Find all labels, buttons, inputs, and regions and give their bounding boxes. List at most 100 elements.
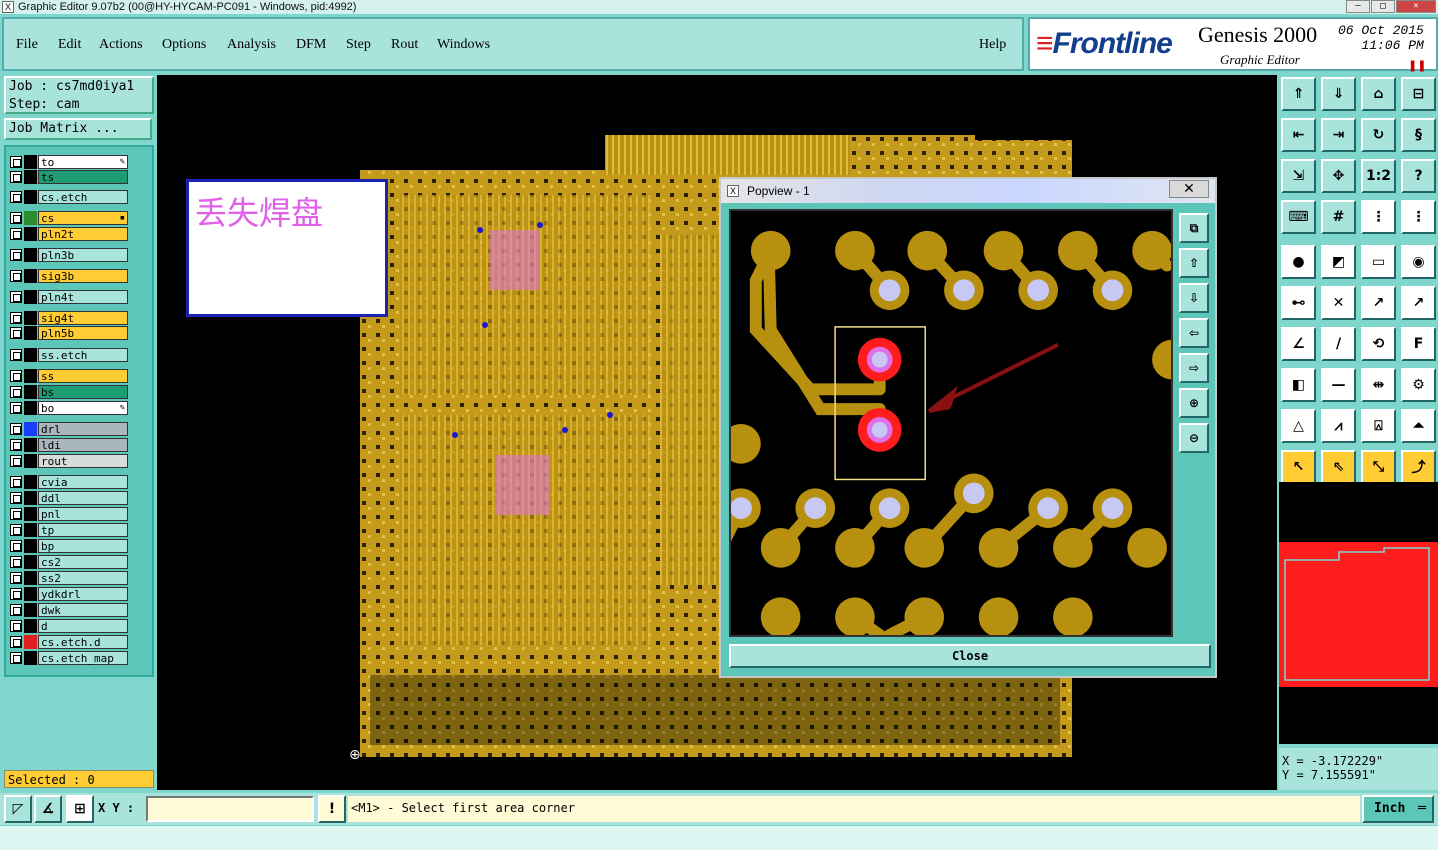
arc-icon[interactable]: ↗ (1401, 286, 1436, 320)
layer-checkbox[interactable] (10, 636, 22, 648)
layer-name[interactable]: cs (38, 211, 128, 225)
pause-icon[interactable]: ❚❚ (1408, 59, 1426, 72)
layer-name[interactable]: pln4t (38, 290, 128, 304)
popview-close-x-button[interactable]: ✕ (1169, 180, 1209, 198)
layer-color-swatch[interactable] (24, 491, 37, 505)
layer-row[interactable]: pln5b (10, 326, 128, 340)
move-left-icon[interactable]: ⇤ (1281, 118, 1316, 152)
layer-checkbox[interactable] (10, 540, 22, 552)
layer-row[interactable]: ldi (10, 438, 128, 452)
popview-close-button[interactable]: Close (729, 644, 1211, 668)
layer-row[interactable]: ss.etch (10, 348, 128, 362)
layer-name[interactable]: sig3b (38, 269, 128, 283)
layer-checkbox[interactable] (10, 291, 22, 303)
layer-checkbox[interactable] (10, 652, 22, 664)
xy-input[interactable] (146, 796, 314, 822)
layer-checkbox[interactable] (10, 588, 22, 600)
measure-icon[interactable]: ∡ (34, 795, 62, 823)
layer-name[interactable]: ss.etch (38, 348, 128, 362)
layer-row[interactable]: ts (10, 170, 128, 184)
layer-name[interactable]: ddl (38, 491, 128, 505)
connect-icon[interactable]: ⊷ (1281, 286, 1316, 320)
layer-checkbox[interactable] (10, 327, 22, 339)
layer-row[interactable]: pnl (10, 507, 128, 521)
layer-checkbox[interactable] (10, 423, 22, 435)
layer-row[interactable]: cs.etch.d (10, 635, 128, 649)
layer-color-swatch[interactable] (24, 227, 37, 241)
move-right-icon[interactable]: ⇥ (1321, 118, 1356, 152)
layer-checkbox[interactable] (10, 402, 22, 414)
layer-checkbox[interactable] (10, 212, 22, 224)
layer-color-swatch[interactable] (24, 326, 37, 340)
maximize-button[interactable]: □ (1371, 0, 1395, 13)
layer-features-icon[interactable]: ⋮ (1361, 200, 1396, 234)
layer-checkbox[interactable] (10, 455, 22, 467)
layer-checkbox[interactable] (10, 228, 22, 240)
snap-mode-icon[interactable]: ◸ (4, 795, 32, 823)
layer-name[interactable]: bo (38, 401, 128, 415)
layer-checkbox[interactable] (10, 604, 22, 616)
layer-name[interactable]: d (38, 619, 128, 633)
menu-step[interactable]: Step (346, 37, 371, 53)
layer-compare-icon[interactable]: ⋮ (1401, 200, 1436, 234)
layer-row[interactable]: sig4t (10, 311, 128, 325)
layer-row[interactable]: ss (10, 369, 128, 383)
layer-color-swatch[interactable] (24, 422, 37, 436)
layer-checkbox[interactable] (10, 312, 22, 324)
copy-icon[interactable]: ◧ (1281, 368, 1316, 402)
layer-color-swatch[interactable] (24, 248, 37, 262)
layer-color-swatch[interactable] (24, 555, 37, 569)
layer-checkbox[interactable] (10, 249, 22, 261)
menu-options[interactable]: Options (162, 37, 206, 53)
slash-icon[interactable]: / (1321, 327, 1356, 361)
route-icon[interactable]: ⤴ (1401, 450, 1436, 484)
layer-name[interactable]: rout (38, 454, 128, 468)
layer-row[interactable]: tp (10, 523, 128, 537)
layer-checkbox[interactable] (10, 620, 22, 632)
layer-row[interactable]: pln3b (10, 248, 128, 262)
popview-pan-down-icon[interactable]: ⇩ (1179, 283, 1209, 313)
arc-triangle-icon[interactable]: ⩘ (1321, 409, 1356, 443)
window-close-button[interactable]: ✕ (1396, 0, 1436, 13)
scale-icon[interactable]: 1:2 (1361, 159, 1396, 193)
layer-checkbox[interactable] (10, 508, 22, 520)
popview-pan-right-icon[interactable]: ⇨ (1179, 353, 1209, 383)
shape-icon[interactable]: ⍓ (1361, 409, 1396, 443)
layer-name[interactable]: ts (38, 170, 128, 184)
layer-row[interactable]: sig3b (10, 269, 128, 283)
popview-canvas[interactable] (729, 209, 1173, 637)
layer-checkbox[interactable] (10, 191, 22, 203)
pan-icon[interactable]: ✥ (1321, 159, 1356, 193)
layer-color-swatch[interactable] (24, 311, 37, 325)
layer-color-swatch[interactable] (24, 290, 37, 304)
window-icon[interactable]: ⊟ (1401, 77, 1436, 111)
layer-color-swatch[interactable] (24, 603, 37, 617)
layer-row[interactable]: bp (10, 539, 128, 553)
layer-color-swatch[interactable] (24, 438, 37, 452)
layer-name[interactable]: drl (38, 422, 128, 436)
layer-name[interactable]: pln2t (38, 227, 128, 241)
layer-row[interactable]: cs.etch_map (10, 651, 128, 665)
layer-checkbox[interactable] (10, 524, 22, 536)
rotate-icon[interactable]: ↻ (1361, 118, 1396, 152)
font-icon[interactable]: F (1401, 327, 1436, 361)
angle-icon[interactable]: ∠ (1281, 327, 1316, 361)
job-matrix-button[interactable]: Job Matrix ... (4, 118, 152, 140)
select-icon[interactable]: ● (1281, 245, 1316, 279)
layer-name[interactable]: to (38, 155, 128, 169)
pointer-icon[interactable]: ↖ (1281, 450, 1316, 484)
layer-color-swatch[interactable] (24, 523, 37, 537)
grid-icon[interactable]: ⊞ (66, 795, 94, 823)
dimension-icon[interactable]: ⇹ (1361, 368, 1396, 402)
layer-name[interactable]: ydkdrl (38, 587, 128, 601)
layer-color-swatch[interactable] (24, 155, 37, 169)
layer-name[interactable]: cs.etch_map (38, 651, 128, 665)
layer-row[interactable]: cs ▪ (10, 211, 128, 225)
layer-name[interactable]: ss (38, 369, 128, 383)
layer-name[interactable]: pln3b (38, 248, 128, 262)
layer-color-swatch[interactable] (24, 651, 37, 665)
settings-icon[interactable]: ⚙ (1401, 368, 1436, 402)
move-up-icon[interactable]: ⇑ (1281, 77, 1316, 111)
layer-name[interactable]: ldi (38, 438, 128, 452)
undo-icon[interactable]: ⟲ (1361, 327, 1396, 361)
